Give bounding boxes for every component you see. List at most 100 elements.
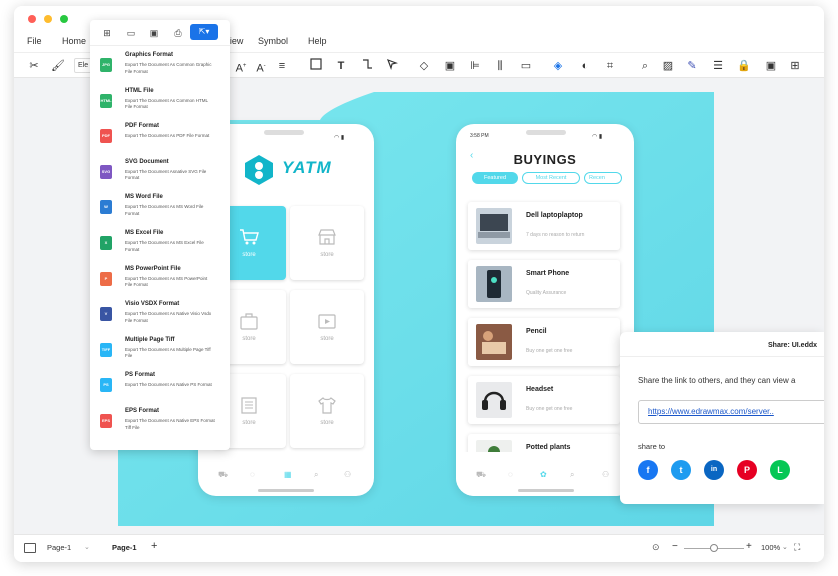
zoom-level[interactable]: 100% [761,543,780,552]
zoom-in-button[interactable]: + [746,541,752,552]
shadow-icon[interactable]: ◐ [577,58,593,74]
tile-label: store [320,336,334,342]
add-page-button[interactable]: + [151,540,157,552]
store-tile-shop[interactable]: store [290,206,364,280]
maximize-window-button[interactable] [60,15,68,23]
line-style-icon[interactable]: ☰ [710,58,726,74]
page-panel-icon[interactable] [24,543,36,553]
align-icon[interactable]: ≡ [274,58,290,74]
product-card[interactable]: Smart Phone Quality Assurance [468,260,620,308]
search-icon[interactable]: ⌕ [314,470,318,480]
export-format-item[interactable]: PDF PDF Format Export The Document As PDF … [90,119,230,155]
fit-icon[interactable]: ▣ [763,58,779,74]
cart-icon[interactable]: ⛟ [476,470,486,480]
line-color-icon[interactable]: ✎ [684,58,700,74]
product-card[interactable]: Headset Buy one get one free [468,376,620,424]
export-format-item[interactable]: W MS Word File Export The Document As MS W… [90,190,230,226]
profile-icon[interactable]: ⚇ [344,470,351,479]
share-link-field[interactable]: https://www.edrawmax.com/server.. [638,400,824,424]
page-select[interactable]: Page-1 [47,543,71,552]
cart-icon[interactable]: ⛟ [218,470,228,480]
export-dropdown: ⊞ ▭ ▣ ⎙ ⇱▾ JPG Graphics Format Export The … [90,20,230,450]
menu-symbol[interactable]: Symbol [258,36,288,46]
export-format-item[interactable]: V Visio VSDX Format Export The Document As… [90,297,230,333]
linkedin-icon[interactable]: in [704,460,724,480]
export-format-item[interactable]: JPG Graphics Format Export The Document As… [90,48,230,84]
fullscreen-icon[interactable]: ⛶ [794,542,800,553]
export-format-item[interactable]: P MS PowerPoint File Export The Document A… [90,262,230,298]
share-link[interactable]: https://www.edrawmax.com/server.. [648,407,774,416]
rectangle-icon[interactable] [308,58,324,74]
chevron-down-icon[interactable]: ⌄ [84,543,90,551]
group-icon[interactable]: ▣ [442,58,458,74]
file-format-icon: EPS [100,414,112,428]
export-format-item[interactable]: HTML HTML File Export The Document As Comm… [90,84,230,120]
export-format-item[interactable]: SVG SVG Document Export The Document Asnat… [90,155,230,191]
status-icons: ◠ ▮ [592,134,603,140]
export-format-item[interactable]: PS PS Format Export The Document As Native… [90,368,230,404]
home-indicator [518,489,574,492]
twitter-icon[interactable]: t [671,460,691,480]
chat-icon[interactable]: ◌ [250,470,255,479]
shop-icon [318,229,336,245]
chat-icon[interactable]: ◌ [508,470,513,479]
search-icon[interactable]: ⌕ [570,470,574,480]
layers-icon[interactable]: ◇ [416,58,432,74]
store-tile-shirt[interactable]: store [290,374,364,448]
laptop-image [476,208,512,244]
store-tile-video[interactable]: store [290,290,364,364]
font-grow-icon[interactable]: A+ [233,58,249,75]
tab-most-recent[interactable]: Most Recent [522,172,580,184]
export-format-item[interactable]: TIFF Multiple Page Tiff Export The Documen… [90,333,230,369]
play-icon[interactable]: ⊙ [652,542,660,553]
connector-icon[interactable] [359,58,375,74]
line-icon[interactable]: L [770,460,790,480]
page-tab-1[interactable]: Page-1 [112,543,137,552]
close-window-button[interactable] [28,15,36,23]
lock-icon[interactable]: 🔒 [736,58,752,74]
product-card[interactable]: Pencil Buy one get one free [468,318,620,366]
search-icon[interactable]: ⌕ [637,58,653,74]
scissors-icon[interactable]: ✂ [26,58,42,74]
font-shrink-icon[interactable]: A- [253,58,269,75]
export-format-item[interactable]: X MS Excel File Export The Document As MS … [90,226,230,262]
format-painter-icon[interactable]: 🖌 [50,58,66,74]
tab-recent[interactable]: Recen [584,172,622,184]
minimize-window-button[interactable] [44,15,52,23]
grid-icon[interactable]: ✿ [540,470,547,479]
phone-mockup-buyings: 3:58 PM ◠ ▮ ‹ BUYINGS Featured Most Rece… [456,124,634,496]
print-icon[interactable]: ⎙ [172,27,184,39]
pinterest-icon[interactable]: P [737,460,757,480]
product-name: Smart Phone [526,270,570,277]
menu-file[interactable]: File [27,36,42,46]
align-left-icon[interactable]: ⊫ [467,58,483,74]
more-icon[interactable]: ⊞ [787,58,803,74]
profile-icon[interactable]: ⚇ [602,470,609,479]
tab-featured[interactable]: Featured [472,172,518,184]
distribute-icon[interactable]: ⫼ [492,58,508,74]
chevron-down-icon[interactable]: ⌄ [782,543,788,551]
product-card[interactable]: Dell laptoplaptop 7 days no reason to re… [468,202,620,250]
frame-icon[interactable]: ▭ [518,58,534,74]
menu-home[interactable]: Home [62,36,86,46]
crop-icon[interactable]: ⌗ [602,58,618,74]
image-icon[interactable]: ▨ [660,58,676,74]
phone-time: 3:58 PM [470,133,489,139]
dropdown-toolbar: ⊞ ▭ ▣ ⎙ ⇱▾ [90,20,230,46]
export-icon[interactable]: ⇱▾ [190,24,218,40]
phone-tab-bar: ⛟ ◌ ✿ ⌕ ⚇ [456,466,634,486]
pointer-icon[interactable] [384,58,400,74]
open-icon[interactable]: ▭ [125,27,137,39]
save-icon[interactable]: ▣ [148,27,160,39]
format-description: Export The Document As MS PowerPoint Fil… [125,275,208,288]
file-format-icon: X [100,236,112,250]
fill-icon[interactable]: ◈ [550,58,566,74]
zoom-out-button[interactable]: − [672,541,678,552]
zoom-slider-thumb[interactable] [710,544,718,552]
export-format-item[interactable]: EPS EPS Format Export The Document As Nati… [90,404,230,440]
grid-icon[interactable]: ▦ [284,470,292,479]
menu-help[interactable]: Help [308,36,327,46]
text-icon[interactable]: T [333,58,349,74]
new-icon[interactable]: ⊞ [101,27,113,39]
facebook-icon[interactable]: f [638,460,658,480]
